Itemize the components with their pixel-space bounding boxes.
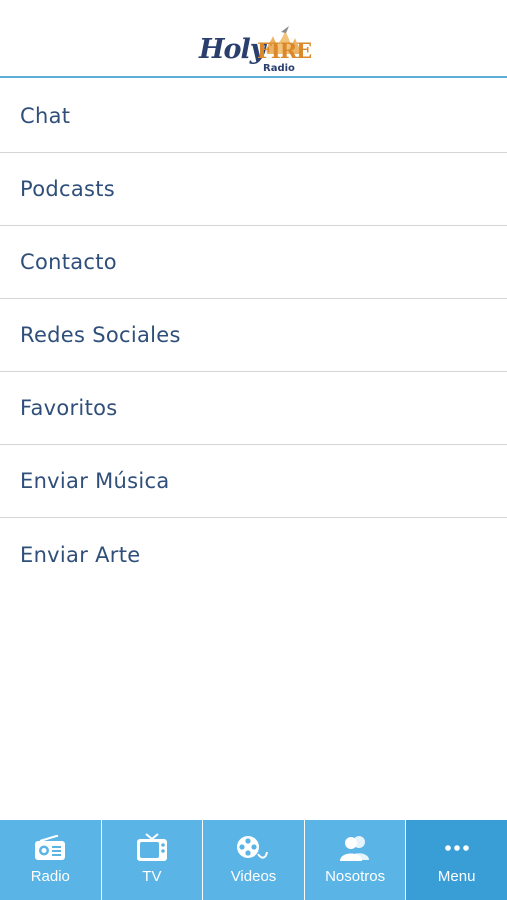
people-icon: [338, 833, 372, 863]
tab-nosotros[interactable]: Nosotros: [305, 820, 407, 900]
tab-tv[interactable]: TV: [102, 820, 204, 900]
radio-icon: [33, 833, 67, 863]
app-header: Holy FIRE Radio: [0, 0, 507, 78]
tab-label: Nosotros: [325, 868, 386, 885]
tab-radio[interactable]: Radio: [0, 820, 102, 900]
menu-item-favoritos[interactable]: Favoritos: [0, 372, 507, 445]
menu-item-chat[interactable]: Chat: [0, 80, 507, 153]
menu-item-label: Redes Sociales: [20, 323, 181, 347]
menu-list: Chat Podcasts Contacto Redes Sociales Fa…: [0, 80, 507, 591]
menu-item-label: Enviar Música: [20, 469, 170, 493]
tv-icon: [135, 833, 169, 863]
logo-fire-text: FIRE: [257, 38, 312, 63]
tab-label: Menu: [437, 868, 476, 885]
menu-item-label: Favoritos: [20, 396, 118, 420]
app-root: Holy FIRE Radio Chat Podcasts Contacto R…: [0, 0, 507, 900]
tab-menu[interactable]: Menu: [406, 820, 507, 900]
tab-videos[interactable]: Videos: [203, 820, 305, 900]
menu-item-label: Contacto: [20, 250, 117, 274]
menu-item-label: Podcasts: [20, 177, 116, 201]
tab-label: Radio: [30, 868, 70, 885]
tab-label: Videos: [230, 868, 277, 885]
tab-label: TV: [142, 868, 162, 885]
menu-item-enviar-musica[interactable]: Enviar Música: [0, 445, 507, 518]
menu-item-contacto[interactable]: Contacto: [0, 226, 507, 299]
menu-item-enviar-arte[interactable]: Enviar Arte: [0, 518, 507, 591]
menu-item-label: Enviar Arte: [20, 542, 141, 567]
menu-item-label: Chat: [20, 104, 71, 128]
menu-item-podcasts[interactable]: Podcasts: [0, 153, 507, 226]
logo-radio-text: Radio: [263, 63, 295, 74]
menu-item-redes-sociales[interactable]: Redes Sociales: [0, 299, 507, 372]
bottom-tab-bar: Radio TV Videos Nosotros Menu: [0, 820, 507, 900]
logo-holy-text: Holy: [199, 34, 265, 65]
holy-fire-radio-logo[interactable]: Holy FIRE Radio: [199, 26, 312, 78]
film-reel-icon: [236, 833, 270, 863]
more-dots-icon: [440, 833, 474, 863]
